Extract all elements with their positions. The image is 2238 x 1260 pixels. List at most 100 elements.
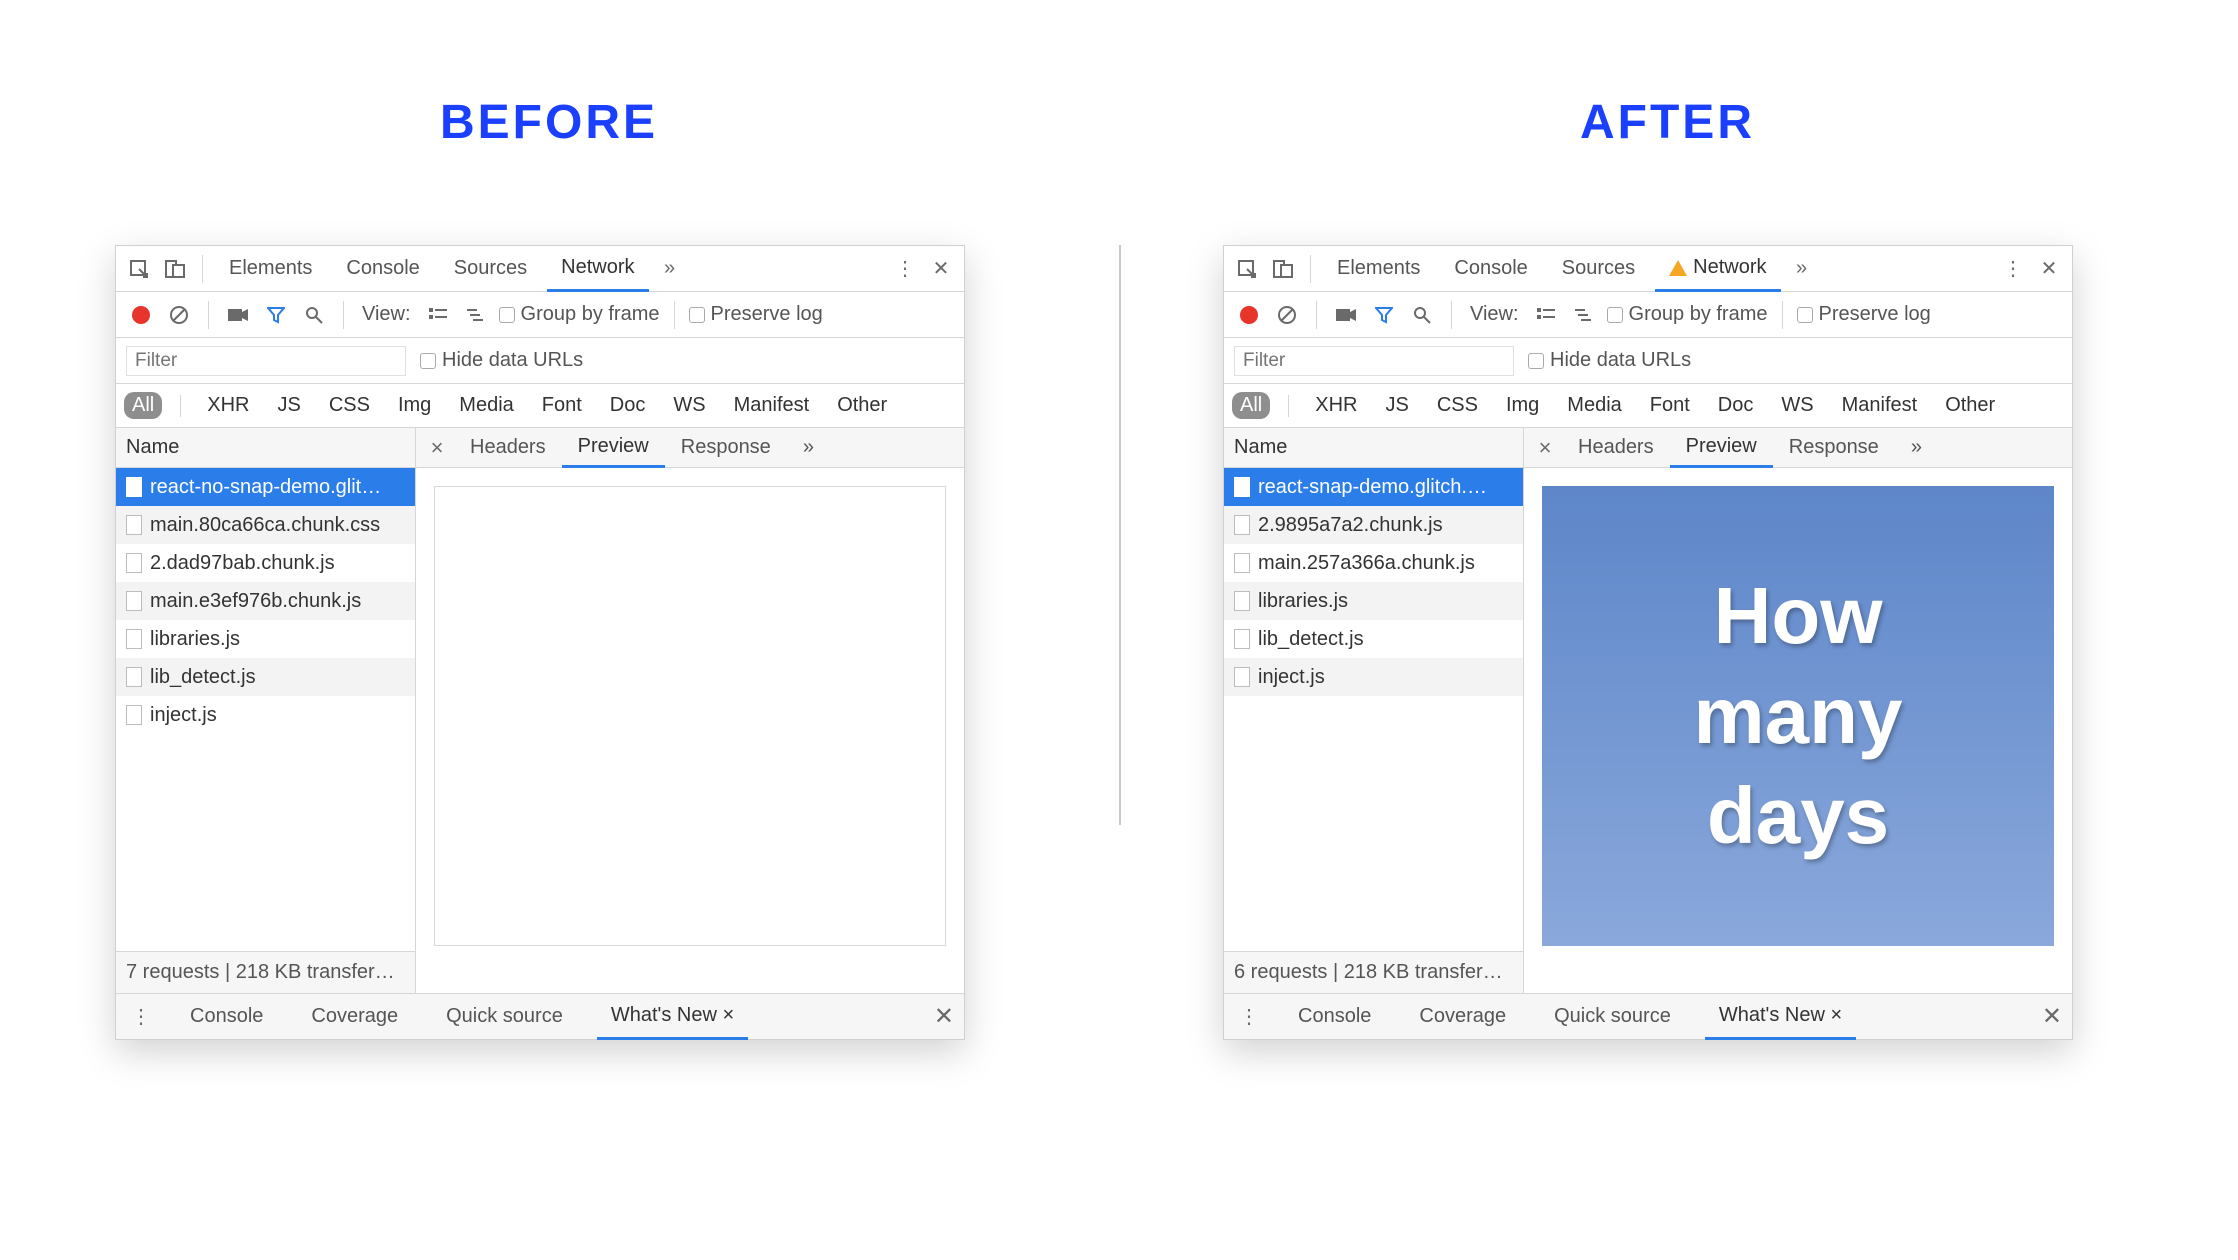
record-icon[interactable] bbox=[1234, 300, 1264, 330]
pill-manifest[interactable]: Manifest bbox=[1834, 392, 1926, 419]
pill-img[interactable]: Img bbox=[1498, 392, 1547, 419]
record-icon[interactable] bbox=[126, 300, 156, 330]
drawer-coverage[interactable]: Coverage bbox=[297, 994, 412, 1040]
close-panel-icon[interactable]: × bbox=[420, 435, 454, 461]
tab-sources[interactable]: Sources bbox=[440, 246, 541, 292]
pill-other[interactable]: Other bbox=[1937, 392, 2003, 419]
close-tab-icon[interactable]: × bbox=[722, 1004, 734, 1027]
pill-font[interactable]: Font bbox=[534, 392, 590, 419]
view-list-icon[interactable] bbox=[1531, 300, 1561, 330]
view-waterfall-icon[interactable] bbox=[1569, 300, 1599, 330]
preserve-log-checkbox[interactable]: Preserve log bbox=[689, 303, 823, 326]
camera-icon[interactable] bbox=[1331, 300, 1361, 330]
view-waterfall-icon[interactable] bbox=[461, 300, 491, 330]
request-row[interactable]: inject.js bbox=[116, 696, 415, 734]
request-row[interactable]: lib_detect.js bbox=[116, 658, 415, 696]
drawer-close-icon[interactable]: ✕ bbox=[934, 1002, 954, 1031]
tab-response[interactable]: Response bbox=[1773, 428, 1895, 468]
drawer-kebab-icon[interactable]: ⋮ bbox=[1234, 1002, 1264, 1032]
drawer-quick-source[interactable]: Quick source bbox=[432, 994, 577, 1040]
tab-console[interactable]: Console bbox=[332, 246, 433, 292]
filter-input[interactable] bbox=[1234, 346, 1514, 376]
drawer-close-icon[interactable]: ✕ bbox=[2042, 1002, 2062, 1031]
device-icon[interactable] bbox=[1268, 254, 1298, 284]
drawer-kebab-icon[interactable]: ⋮ bbox=[126, 1002, 156, 1032]
request-row[interactable]: libraries.js bbox=[1224, 582, 1523, 620]
pill-ws[interactable]: WS bbox=[1773, 392, 1821, 419]
tab-network[interactable]: Network bbox=[547, 246, 648, 292]
tab-headers[interactable]: Headers bbox=[1562, 428, 1670, 468]
pill-doc[interactable]: Doc bbox=[1710, 392, 1762, 419]
kebab-icon[interactable]: ⋮ bbox=[1998, 254, 2028, 284]
name-column-header[interactable]: Name bbox=[116, 428, 415, 468]
filter-input[interactable] bbox=[126, 346, 406, 376]
tab-headers[interactable]: Headers bbox=[454, 428, 562, 468]
pill-other[interactable]: Other bbox=[829, 392, 895, 419]
preserve-log-checkbox[interactable]: Preserve log bbox=[1797, 303, 1931, 326]
more-tabs-icon[interactable]: » bbox=[655, 254, 685, 284]
hide-data-urls-checkbox[interactable]: Hide data URLs bbox=[420, 349, 583, 372]
pill-img[interactable]: Img bbox=[390, 392, 439, 419]
pill-media[interactable]: Media bbox=[1559, 392, 1629, 419]
drawer-whats-new[interactable]: What's New × bbox=[597, 994, 748, 1040]
drawer-console[interactable]: Console bbox=[1284, 994, 1385, 1040]
clear-icon[interactable] bbox=[164, 300, 194, 330]
pill-js[interactable]: JS bbox=[1377, 392, 1416, 419]
request-row[interactable]: main.257a366a.chunk.js bbox=[1224, 544, 1523, 582]
request-row[interactable]: 2.9895a7a2.chunk.js bbox=[1224, 506, 1523, 544]
view-list-icon[interactable] bbox=[423, 300, 453, 330]
request-row[interactable]: react-no-snap-demo.glit… bbox=[116, 468, 415, 506]
pill-font[interactable]: Font bbox=[1642, 392, 1698, 419]
pill-manifest[interactable]: Manifest bbox=[726, 392, 818, 419]
more-tabs-icon[interactable]: » bbox=[1787, 254, 1817, 284]
drawer-quick-source[interactable]: Quick source bbox=[1540, 994, 1685, 1040]
hide-data-urls-checkbox[interactable]: Hide data URLs bbox=[1528, 349, 1691, 372]
tab-preview[interactable]: Preview bbox=[562, 428, 665, 468]
request-row[interactable]: lib_detect.js bbox=[1224, 620, 1523, 658]
close-panel-icon[interactable]: × bbox=[1528, 435, 1562, 461]
tab-elements[interactable]: Elements bbox=[1323, 246, 1434, 292]
pill-css[interactable]: CSS bbox=[321, 392, 378, 419]
drawer-whats-new[interactable]: What's New × bbox=[1705, 994, 1856, 1040]
close-devtools-icon[interactable]: ✕ bbox=[926, 254, 956, 284]
request-row[interactable]: 2.dad97bab.chunk.js bbox=[116, 544, 415, 582]
search-icon[interactable] bbox=[299, 300, 329, 330]
close-tab-icon[interactable]: × bbox=[1830, 1004, 1842, 1027]
device-icon[interactable] bbox=[160, 254, 190, 284]
request-row[interactable]: libraries.js bbox=[116, 620, 415, 658]
tab-elements[interactable]: Elements bbox=[215, 246, 326, 292]
kebab-icon[interactable]: ⋮ bbox=[890, 254, 920, 284]
group-by-frame-checkbox[interactable]: Group by frame bbox=[1607, 303, 1768, 326]
camera-icon[interactable] bbox=[223, 300, 253, 330]
search-icon[interactable] bbox=[1407, 300, 1437, 330]
drawer-console[interactable]: Console bbox=[176, 994, 277, 1040]
inspect-icon[interactable] bbox=[124, 254, 154, 284]
more-response-tabs-icon[interactable]: » bbox=[787, 428, 830, 468]
tab-response[interactable]: Response bbox=[665, 428, 787, 468]
pill-doc[interactable]: Doc bbox=[602, 392, 654, 419]
pill-all[interactable]: All bbox=[124, 392, 162, 419]
filter-toggle-icon[interactable] bbox=[261, 300, 291, 330]
pill-xhr[interactable]: XHR bbox=[1307, 392, 1365, 419]
request-row[interactable]: main.e3ef976b.chunk.js bbox=[116, 582, 415, 620]
group-by-frame-checkbox[interactable]: Group by frame bbox=[499, 303, 660, 326]
request-row[interactable]: react-snap-demo.glitch.… bbox=[1224, 468, 1523, 506]
pill-css[interactable]: CSS bbox=[1429, 392, 1486, 419]
pill-ws[interactable]: WS bbox=[665, 392, 713, 419]
pill-js[interactable]: JS bbox=[269, 392, 308, 419]
more-response-tabs-icon[interactable]: » bbox=[1895, 428, 1938, 468]
name-column-header[interactable]: Name bbox=[1224, 428, 1523, 468]
clear-icon[interactable] bbox=[1272, 300, 1302, 330]
filter-toggle-icon[interactable] bbox=[1369, 300, 1399, 330]
pill-all[interactable]: All bbox=[1232, 392, 1270, 419]
pill-media[interactable]: Media bbox=[451, 392, 521, 419]
tab-sources[interactable]: Sources bbox=[1548, 246, 1649, 292]
request-row[interactable]: inject.js bbox=[1224, 658, 1523, 696]
close-devtools-icon[interactable]: ✕ bbox=[2034, 254, 2064, 284]
tab-preview[interactable]: Preview bbox=[1670, 428, 1773, 468]
pill-xhr[interactable]: XHR bbox=[199, 392, 257, 419]
drawer-coverage[interactable]: Coverage bbox=[1405, 994, 1520, 1040]
tab-network[interactable]: Network bbox=[1655, 246, 1780, 292]
request-row[interactable]: main.80ca66ca.chunk.css bbox=[116, 506, 415, 544]
inspect-icon[interactable] bbox=[1232, 254, 1262, 284]
